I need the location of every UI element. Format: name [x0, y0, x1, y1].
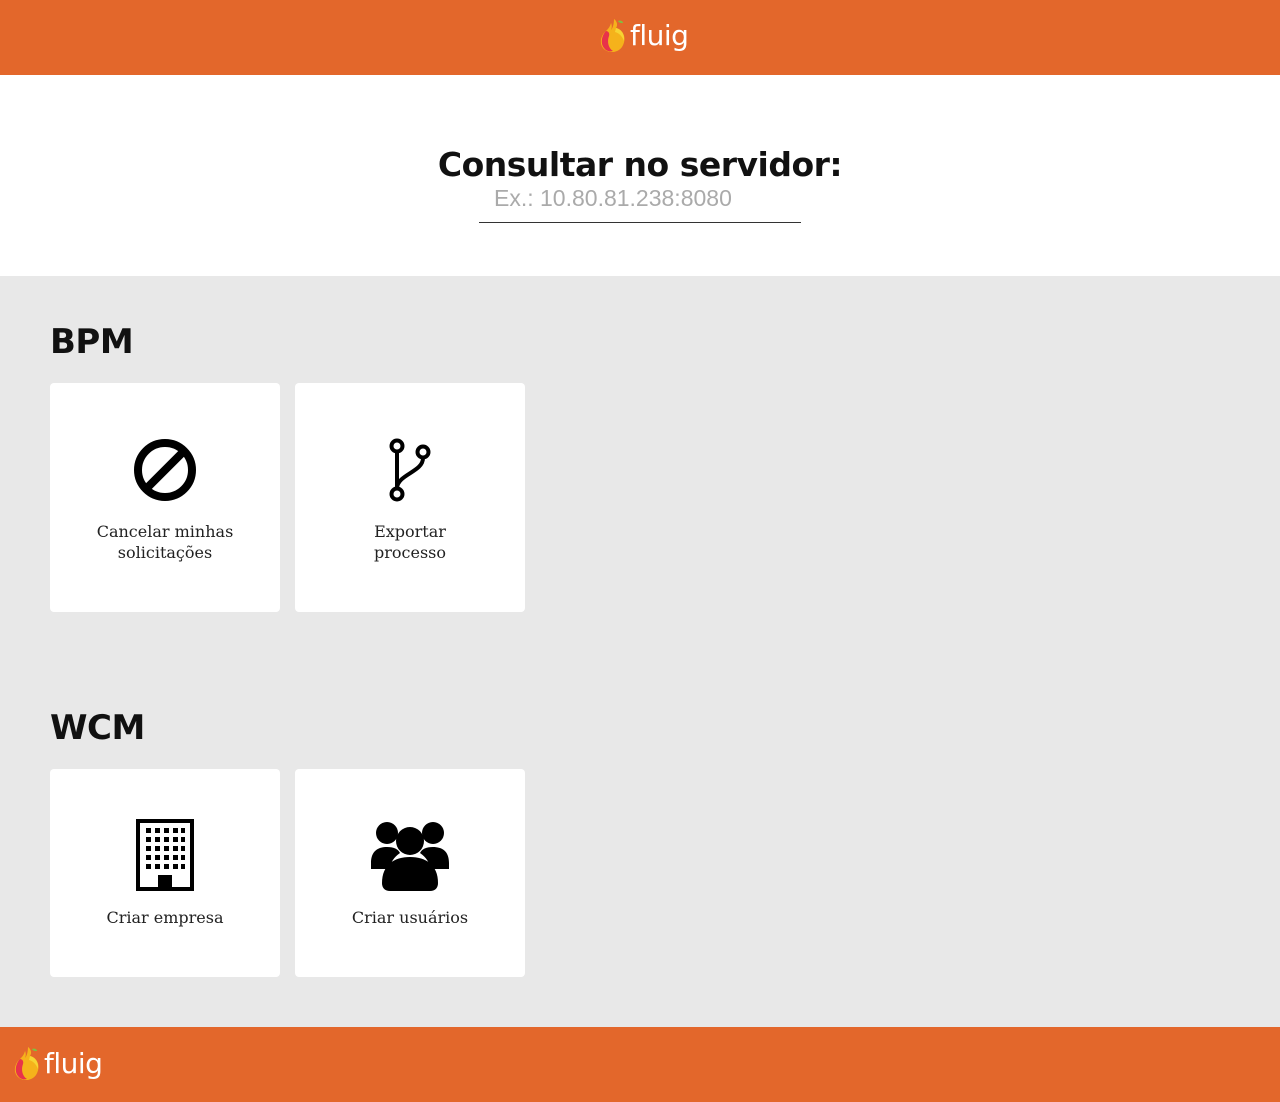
card-label-line: Criar usuários: [351, 908, 469, 927]
fluig-logo-icon: [14, 1047, 39, 1081]
building-icon: [50, 819, 280, 891]
code-fork-icon: [295, 438, 525, 502]
logo-text: fluig: [44, 1047, 103, 1080]
card-cancelar-solicitacoes[interactable]: Cancelar minhas solicitações: [50, 383, 280, 612]
section-title-wcm: WCM: [50, 708, 145, 748]
card-label-line: Exportar: [374, 522, 446, 541]
card-label: Criar usuários: [295, 907, 525, 928]
card-criar-empresa[interactable]: Criar empresa: [50, 769, 280, 977]
logo-text: fluig: [630, 19, 689, 52]
card-label-line: Criar empresa: [106, 908, 224, 927]
card-criar-usuarios[interactable]: Criar usuários: [295, 769, 525, 977]
card-label-line: Cancelar minhas: [96, 522, 234, 541]
server-search-input[interactable]: [479, 175, 801, 223]
card-label-line: solicitações: [117, 543, 213, 562]
card-label: Criar empresa: [50, 907, 280, 928]
card-label-line: processo: [373, 543, 446, 562]
card-label: Cancelar minhas solicitações: [50, 521, 280, 563]
card-label: Exportar processo: [295, 521, 525, 563]
section-title-bpm: BPM: [50, 322, 134, 362]
fluig-logo-footer[interactable]: fluig: [14, 1044, 103, 1084]
card-exportar-processo[interactable]: Exportar processo: [295, 383, 525, 612]
search-section: Consultar no servidor:: [0, 75, 1280, 276]
fluig-logo-icon: [600, 19, 625, 53]
ban-icon: [50, 438, 280, 502]
users-icon: [295, 819, 525, 891]
fluig-logo[interactable]: fluig: [600, 16, 689, 56]
top-header: fluig: [0, 0, 1280, 75]
bottom-footer: fluig: [0, 1027, 1280, 1102]
